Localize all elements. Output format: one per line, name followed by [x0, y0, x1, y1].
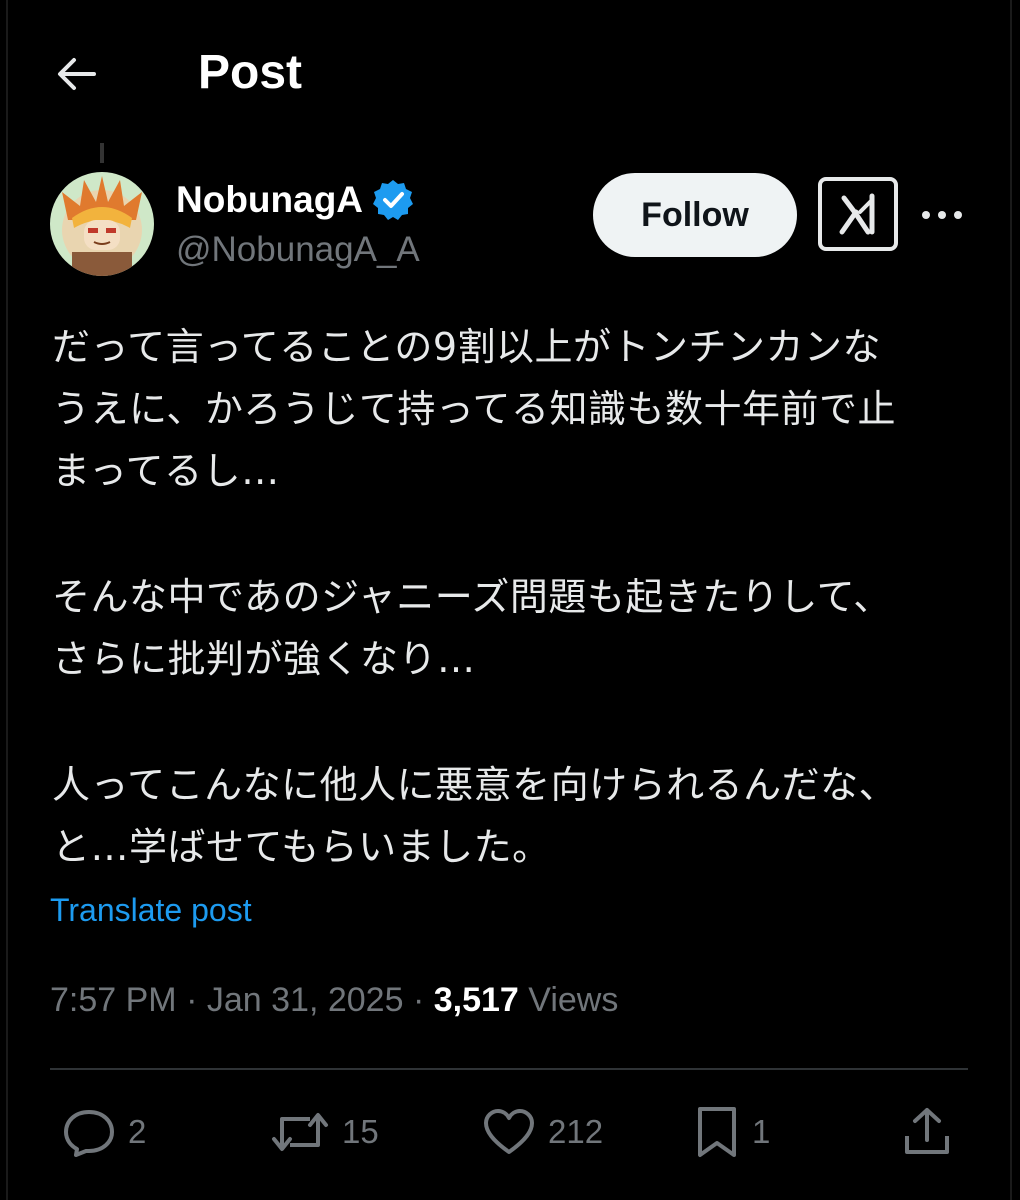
top-bar: Post: [0, 0, 1020, 145]
post-line: だって言ってることの9割以上がトンチンカンな: [52, 325, 881, 369]
share-button[interactable]: [902, 1100, 952, 1164]
repost-button[interactable]: 15: [270, 1100, 379, 1164]
share-icon: [905, 1108, 949, 1154]
reply-button[interactable]: 2: [62, 1100, 146, 1164]
post-line: さらに批判が強くなり…: [52, 637, 476, 681]
back-arrow-icon: [58, 58, 96, 90]
thread-connector-line: [100, 143, 104, 163]
meta-separator: ·: [412, 981, 434, 1019]
repost-count: 15: [342, 1113, 379, 1150]
follow-button[interactable]: Follow: [593, 173, 797, 257]
meta-separator: ·: [186, 981, 207, 1019]
repost-icon: [272, 1113, 328, 1151]
author-handle[interactable]: @NobunagA_A: [176, 226, 420, 274]
post-paragraph: だって言ってることの9割以上がトンチンカンな うえに、かろうじて持ってる知識も数…: [52, 316, 982, 502]
post-line: と…学ばせてもらいました。: [52, 825, 551, 869]
post-date[interactable]: Jan 31, 2025: [207, 981, 404, 1019]
post-paragraph: そんな中であのジャニーズ問題も起きたりして、 さらに批判が強くなり…: [52, 566, 982, 690]
action-bar: 2 15 212 1: [50, 1100, 968, 1164]
page-title: Post: [198, 46, 303, 99]
back-button[interactable]: [52, 52, 100, 96]
post-line: まってるし…: [52, 449, 280, 493]
bookmark-icon: [698, 1107, 736, 1157]
heart-icon: [484, 1109, 534, 1154]
avatar-image: [50, 172, 154, 276]
views-label: Views: [528, 981, 619, 1019]
bookmark-count: 1: [752, 1113, 771, 1150]
post-time[interactable]: 7:57 PM: [50, 981, 177, 1019]
post-body: だって言ってることの9割以上がトンチンカンな うえに、かろうじて持ってる知識も数…: [52, 316, 982, 878]
author-name-row: NobunagA: [176, 175, 415, 225]
verified-badge-icon: [373, 180, 414, 220]
more-dots-icon: [922, 211, 962, 219]
post-line: 人ってこんなに他人に悪意を向けられるんだな、: [52, 763, 898, 807]
divider: [50, 1068, 968, 1070]
like-button[interactable]: 212: [482, 1100, 603, 1164]
translate-post-link[interactable]: Translate post: [50, 888, 252, 932]
reply-count: 2: [128, 1113, 147, 1150]
post-line: そんな中であのジャニーズ問題も起きたりして、: [52, 575, 892, 619]
post-metadata: 7:57 PM · Jan 31, 2025 · 3,517 Views: [50, 976, 618, 1024]
like-count: 212: [548, 1113, 604, 1150]
post-line: うえに、かろうじて持ってる知識も数十年前で止: [52, 387, 896, 431]
more-options-button[interactable]: [918, 198, 966, 232]
bookmark-button[interactable]: 1: [694, 1100, 770, 1164]
reply-icon: [64, 1110, 114, 1157]
views-count: 3,517: [433, 981, 519, 1019]
grok-icon: [839, 193, 875, 235]
grok-button[interactable]: [818, 177, 898, 251]
post-paragraph: 人ってこんなに他人に悪意を向けられるんだな、 と…学ばせてもらいました。: [52, 754, 982, 878]
avatar[interactable]: [50, 172, 154, 276]
author-display-name[interactable]: NobunagA: [176, 179, 363, 221]
